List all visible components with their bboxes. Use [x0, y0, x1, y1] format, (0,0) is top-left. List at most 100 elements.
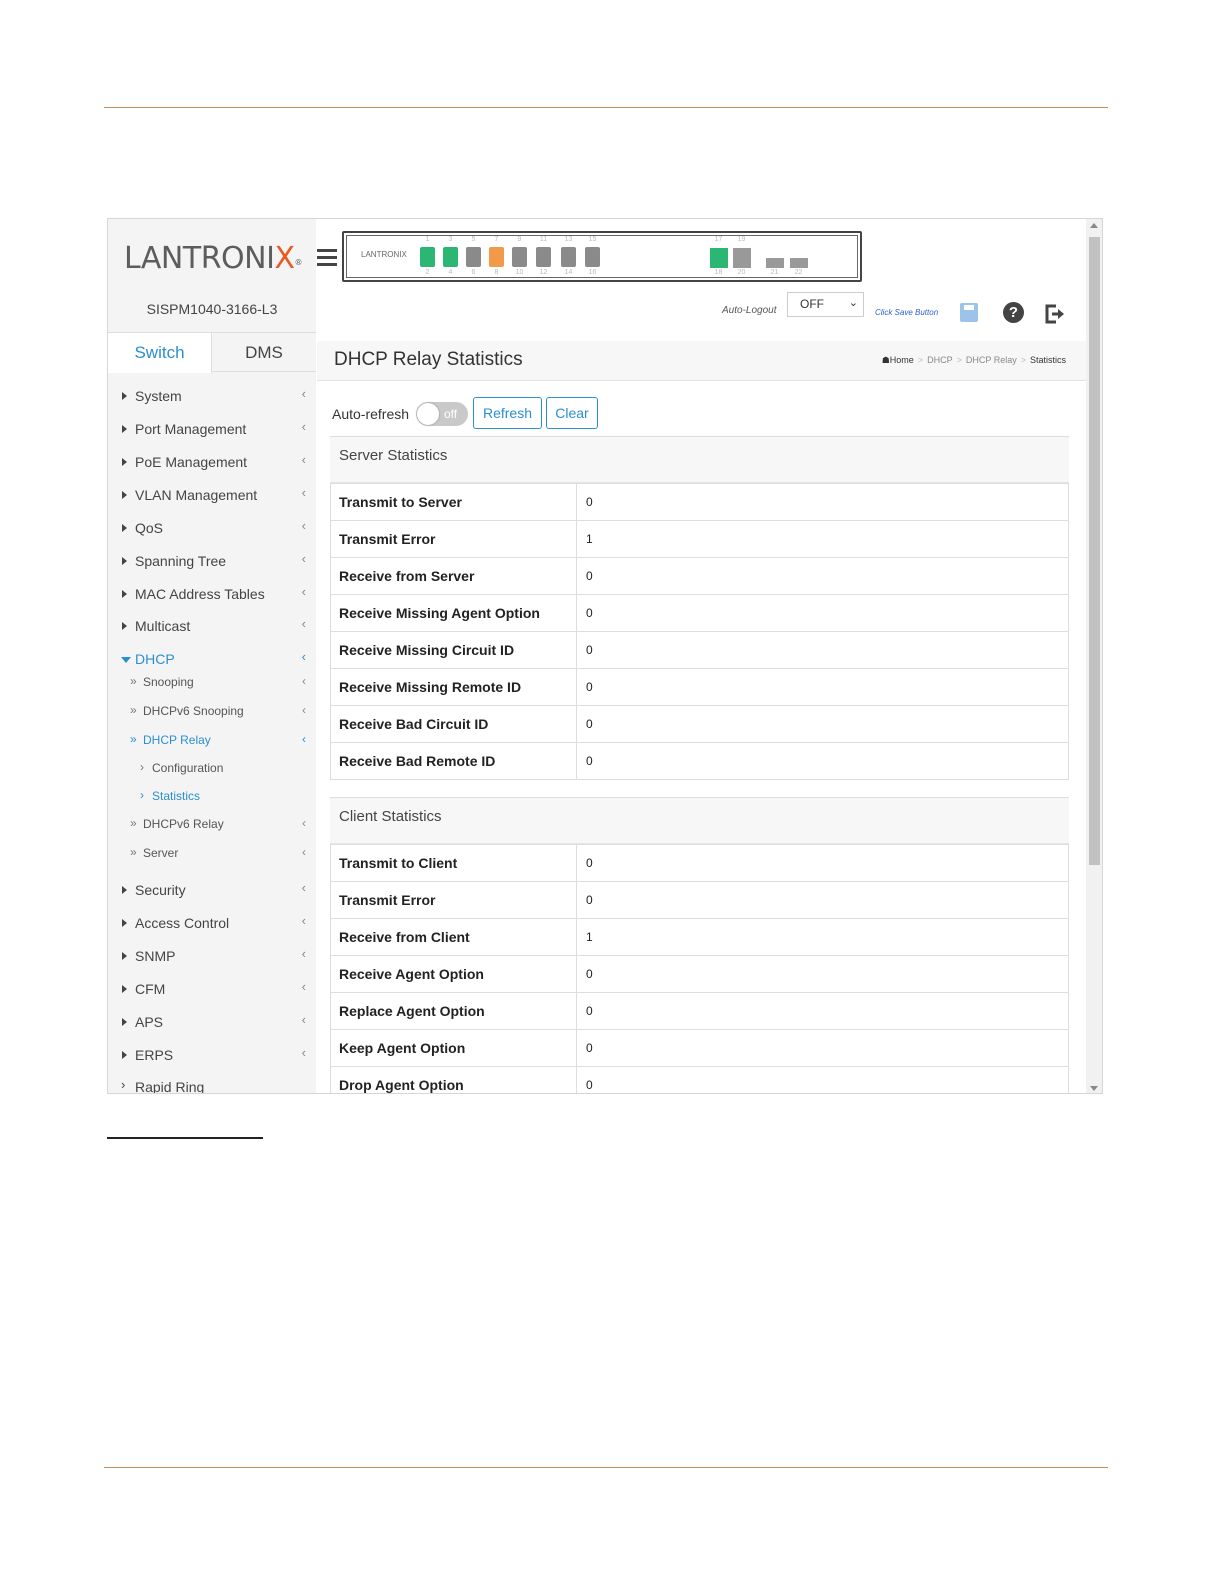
caret-right-icon: [122, 1018, 127, 1026]
double-chevron-right-icon: »: [130, 732, 137, 746]
page-title: DHCP Relay Statistics: [334, 349, 523, 370]
chevron-left-icon: ‹: [301, 419, 306, 434]
auto-logout-select[interactable]: OFF ⌄: [787, 292, 864, 317]
table-row: Receive Missing Remote ID 0: [330, 668, 1069, 706]
chevron-left-icon: ‹: [301, 649, 306, 664]
sidebar-item-multicast[interactable]: Multicast ‹: [108, 613, 316, 639]
sidebar-subitem-dhcp-relay[interactable]: » DHCP Relay ‹: [108, 729, 316, 751]
sidebar-item-mac-address-tables[interactable]: MAC Address Tables ‹: [108, 581, 316, 607]
port-number: 2: [425, 269, 430, 276]
port-number: 6: [471, 269, 476, 276]
tab-switch[interactable]: Switch: [108, 333, 212, 373]
table-row: Receive Missing Agent Option 0: [330, 594, 1069, 632]
chevron-left-icon: ‹: [301, 386, 306, 401]
sidebar-subitem-configuration[interactable]: › Configuration: [108, 757, 316, 779]
refresh-button[interactable]: Refresh: [473, 397, 542, 429]
table-row: Transmit Error 1: [330, 520, 1069, 558]
sidebar-item-security[interactable]: Security ‹: [108, 877, 316, 903]
sidebar-item-snmp[interactable]: SNMP ‹: [108, 943, 316, 969]
port-9-icon[interactable]: [512, 247, 527, 267]
sidebar-subitem-dhcpv6-snooping[interactable]: » DHCPv6 Snooping ‹: [108, 700, 316, 722]
sidebar-item-vlan-management[interactable]: VLAN Management ‹: [108, 482, 316, 508]
sidebar-item-spanning-tree[interactable]: Spanning Tree ‹: [108, 548, 316, 574]
sidebar-item-port-management[interactable]: Port Management ‹: [108, 416, 316, 442]
port-5-icon[interactable]: [466, 247, 481, 267]
vertical-scrollbar[interactable]: [1086, 219, 1102, 1093]
table-row: Transmit Error 0: [330, 881, 1069, 919]
port-15-icon[interactable]: [585, 247, 600, 267]
logout-icon[interactable]: [1044, 304, 1066, 324]
scroll-down-icon[interactable]: [1090, 1086, 1098, 1091]
chevron-left-icon: ‹: [302, 845, 306, 859]
breadcrumb-dhcp-relay[interactable]: DHCP Relay: [966, 355, 1017, 365]
footnote-rule: [107, 1137, 263, 1139]
sidebar-item-poe-management[interactable]: PoE Management ‹: [108, 449, 316, 475]
auto-logout-label: Auto-Logout: [722, 305, 777, 316]
caret-down-icon: [121, 657, 131, 663]
sidebar-item-dhcp[interactable]: DHCP ‹: [108, 646, 316, 672]
sfp-port-17-link-icon[interactable]: [710, 248, 728, 268]
port-number: 10: [515, 269, 524, 276]
port-number: 20: [737, 269, 746, 276]
sidebar-item-rapid-ring[interactable]: ‹ Rapid Ring: [108, 1074, 316, 1093]
port-number: 11: [539, 236, 548, 243]
sidebar-subitem-snooping[interactable]: » Snooping ‹: [108, 671, 316, 693]
chevron-left-icon: ‹: [301, 452, 306, 467]
scrollbar-thumb[interactable]: [1089, 237, 1100, 865]
server-statistics-table: Transmit to Server 0 Transmit Error 1 Rece…: [330, 483, 1069, 780]
client-statistics-table: Transmit to Client 0 Transmit Error 0 Rece…: [330, 844, 1069, 1093]
table-row: Receive Bad Remote ID 0: [330, 742, 1069, 780]
port-13-icon[interactable]: [561, 247, 576, 267]
port-11-icon[interactable]: [536, 247, 551, 267]
chevron-left-icon: ‹: [302, 703, 306, 717]
breadcrumb-dhcp[interactable]: DHCP: [927, 355, 953, 365]
client-statistics-panel: Client Statistics Transmit to Client 0 Tr…: [330, 797, 1069, 1093]
sidebar-item-erps[interactable]: ERPS ‹: [108, 1042, 316, 1068]
help-icon[interactable]: ?: [1003, 302, 1024, 323]
port-number: 17: [714, 236, 723, 243]
table-row: Receive Bad Circuit ID 0: [330, 705, 1069, 743]
sidebar-subitem-dhcpv6-relay[interactable]: » DHCPv6 Relay ‹: [108, 813, 316, 835]
caret-right-icon: [122, 458, 127, 466]
auto-refresh-label: Auto-refresh: [332, 406, 410, 422]
menu-toggle-icon[interactable]: [317, 249, 337, 267]
sfp-port-21-icon[interactable]: [766, 258, 784, 268]
chevron-left-icon: ‹: [301, 979, 306, 994]
mode-tabs: Switch DMS: [108, 332, 316, 373]
chevron-left-icon: ‹: [301, 913, 306, 928]
tab-dms[interactable]: DMS: [212, 333, 316, 373]
clear-button[interactable]: Clear: [546, 397, 598, 429]
port-3-link-icon[interactable]: [443, 247, 458, 267]
sidebar-item-system[interactable]: System ‹: [108, 383, 316, 409]
table-row: Receive from Client 1: [330, 918, 1069, 956]
sidebar-subitem-statistics[interactable]: › Statistics: [108, 785, 316, 807]
sidebar-subitem-server[interactable]: » Server ‹: [108, 842, 316, 864]
client-statistics-heading: Client Statistics: [330, 798, 1069, 844]
toggle-knob: [417, 403, 439, 425]
port-1-link-icon[interactable]: [420, 247, 435, 267]
chevron-left-icon: ‹: [301, 584, 306, 599]
sidebar-item-aps[interactable]: APS ‹: [108, 1009, 316, 1035]
port-number: 8: [494, 269, 499, 276]
save-hint-text: Click Save Button: [875, 308, 939, 317]
chevron-left-icon: ‹: [302, 674, 306, 688]
caret-right-icon: [122, 952, 127, 960]
save-icon[interactable]: [960, 303, 978, 322]
caret-right-icon: [122, 919, 127, 927]
caret-right-icon: [122, 557, 127, 565]
chevron-left-icon: ‹: [301, 946, 306, 961]
switch-front-panel: LANTRONIX 1 3 5 7 9 11 13 15 2 4 6 8 10 …: [346, 235, 858, 278]
port-7-link-icon[interactable]: [489, 247, 504, 267]
breadcrumb-home[interactable]: ☗Home: [882, 355, 914, 365]
sidebar-item-access-control[interactable]: Access Control ‹: [108, 910, 316, 936]
sfp-port-22-icon[interactable]: [790, 258, 808, 268]
sidebar-item-qos[interactable]: QoS ‹: [108, 515, 316, 541]
sfp-port-19-icon[interactable]: [733, 248, 751, 268]
sidebar-item-cfm[interactable]: CFM ‹: [108, 976, 316, 1002]
port-number: 3: [448, 236, 453, 243]
scroll-up-icon[interactable]: [1090, 223, 1098, 228]
chevron-down-icon: ⌄: [848, 297, 858, 309]
auto-refresh-toggle[interactable]: off: [416, 402, 468, 426]
table-row: Transmit to Server 0: [330, 483, 1069, 521]
table-row: Receive from Server 0: [330, 557, 1069, 595]
